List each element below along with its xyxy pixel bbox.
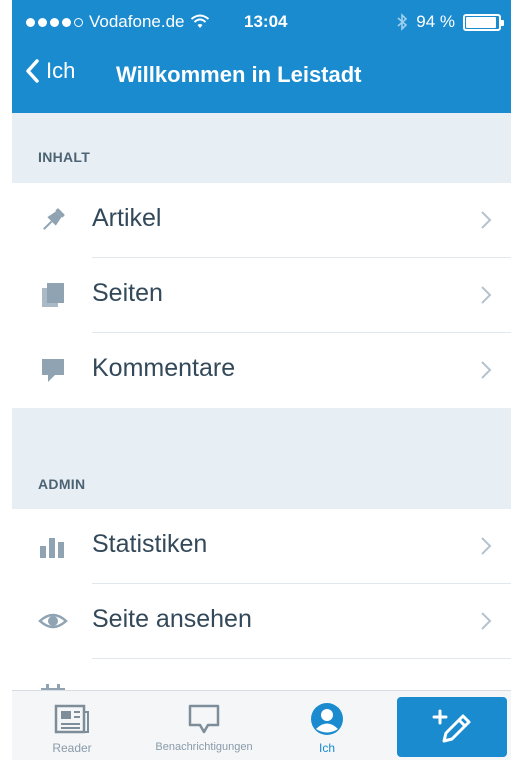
app-header: Vodafone.de 13:04 94 % Ich Willkommen in… <box>12 0 511 113</box>
chevron-right-icon <box>481 286 492 304</box>
battery-level <box>466 16 496 28</box>
chevron-right-icon <box>481 612 492 630</box>
tab-bar: Reader Benachrichtigungen Ich <box>12 690 511 760</box>
menu-item-label: Seite ansehen <box>92 605 252 633</box>
menu-item-label: Statistiken <box>92 530 208 558</box>
chevron-right-icon <box>481 211 492 229</box>
menu-item-statistiken[interactable]: Statistiken <box>12 509 511 584</box>
bluetooth-icon <box>397 13 408 31</box>
back-button[interactable]: Ich <box>24 58 75 84</box>
pin-icon <box>38 205 68 235</box>
section-label-admin: ADMIN <box>38 476 86 492</box>
status-time: 13:04 <box>244 12 288 31</box>
comment-icon <box>38 355 68 385</box>
menu-item-seiten[interactable]: Seiten <box>12 258 511 333</box>
chevron-left-icon <box>26 59 39 83</box>
eye-icon <box>38 606 68 636</box>
status-right: 94 % <box>396 12 504 32</box>
tab-ich[interactable]: Ich <box>302 691 352 760</box>
section-header-content: INHALT <box>12 113 511 183</box>
carrier-label: Vodafone.de <box>89 12 185 31</box>
wifi-icon <box>191 14 210 28</box>
tab-label: Ich <box>318 741 335 755</box>
admin-menu: Statistiken Seite ansehen <box>12 509 511 690</box>
me-icon <box>310 701 344 737</box>
notifications-icon <box>186 701 222 737</box>
menu-item-kommentare[interactable]: Kommentare <box>12 333 511 408</box>
stats-icon <box>38 531 68 561</box>
menu-item-seite-ansehen[interactable]: Seite ansehen <box>12 584 511 659</box>
pages-icon <box>38 280 68 310</box>
calendar-icon <box>38 681 68 690</box>
tab-benachrichtigungen[interactable]: Benachrichtigungen <box>134 691 274 760</box>
content-menu: Artikel Seiten Kommentare <box>12 183 511 408</box>
reader-icon <box>54 701 90 737</box>
menu-item-artikel[interactable]: Artikel <box>12 183 511 258</box>
chevron-right-icon <box>481 361 492 379</box>
signal-strength-icon <box>26 17 83 27</box>
navigation-bar: Ich Willkommen in Leistadt <box>12 52 511 102</box>
new-post-button[interactable] <box>397 697 507 757</box>
menu-item-label: Artikel <box>92 204 162 232</box>
new-post-icon <box>432 709 471 743</box>
tab-label: Benachrichtigungen <box>155 741 253 753</box>
menu-item-partial[interactable] <box>12 659 511 690</box>
section-header-admin: ADMIN <box>12 408 511 509</box>
menu-item-label: Kommentare <box>92 354 236 382</box>
tab-label: Reader <box>52 741 92 755</box>
status-left: Vodafone.de <box>26 12 210 32</box>
section-label-content: INHALT <box>38 149 91 165</box>
battery-percent: 94 % <box>416 12 455 31</box>
screen: Vodafone.de 13:04 94 % Ich Willkommen in… <box>12 0 511 760</box>
page-title: Willkommen in Leistadt <box>116 62 362 87</box>
back-label: Ich <box>46 58 76 83</box>
status-bar: Vodafone.de 13:04 94 % <box>12 0 511 44</box>
battery-icon <box>463 13 504 31</box>
tab-reader[interactable]: Reader <box>36 691 108 760</box>
menu-item-label: Seiten <box>92 279 163 307</box>
chevron-right-icon <box>481 537 492 555</box>
